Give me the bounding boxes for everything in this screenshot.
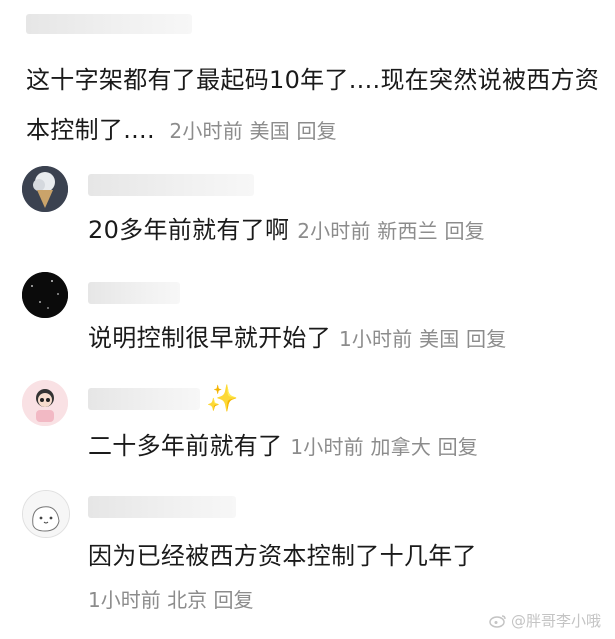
reply-comment: 说明控制很早就开始了 1小时前 美国 回复 xyxy=(88,318,506,353)
avatar[interactable] xyxy=(22,272,68,318)
reply-button[interactable]: 回复 xyxy=(213,588,253,612)
comment-time: 1小时前 xyxy=(338,327,413,351)
sparkle-icon: ✨ xyxy=(206,384,239,414)
comment-time: 2小时前 xyxy=(297,219,371,243)
username-blurred xyxy=(88,174,254,196)
cartoon-girl-avatar-icon xyxy=(22,380,68,426)
top-comment: 这十字架都有了最起码10年了....现在突然说被西方资本控制了.... 2小时前… xyxy=(26,55,606,156)
username-blurred xyxy=(88,282,180,304)
comment-time: 1小时前 xyxy=(88,588,161,612)
avatar[interactable] xyxy=(22,490,70,538)
reply-button[interactable]: 回复 xyxy=(466,327,506,351)
reply-comment: 20多年前就有了啊 2小时前 新西兰 回复 xyxy=(88,210,485,245)
starry-night-avatar-icon xyxy=(22,272,68,318)
reply-meta: 1小时前 美国 回复 xyxy=(339,327,506,351)
reply-text: 20多年前就有了啊 xyxy=(88,216,290,244)
reply-comment: 二十多年前就有了 1小时前 加拿大 回复 xyxy=(88,426,478,461)
reply-button[interactable]: 回复 xyxy=(296,119,336,143)
reply-text: 二十多年前就有了 xyxy=(88,432,283,460)
comment-time: 2小时前 xyxy=(169,119,243,143)
comment-location: 美国 xyxy=(249,119,290,143)
username-blurred xyxy=(88,496,236,518)
reply-text: 说明控制很早就开始了 xyxy=(88,324,331,352)
avatar[interactable] xyxy=(22,380,68,426)
username-blurred xyxy=(26,14,192,34)
doodle-cat-avatar-icon xyxy=(23,491,69,537)
reply-text: 因为已经被西方资本控制了十几年了 xyxy=(88,542,477,570)
reply-meta: 1小时前 加拿大 回复 xyxy=(290,435,478,459)
reply-button[interactable]: 回复 xyxy=(438,435,478,459)
reply-meta: 1小时前 北京 回复 xyxy=(88,584,253,613)
reply-comment: 因为已经被西方资本控制了十几年了 xyxy=(88,536,477,571)
comment-time: 1小时前 xyxy=(290,435,364,459)
top-comment-meta: 2小时前 美国 回复 xyxy=(163,119,337,143)
avatar[interactable] xyxy=(22,166,68,212)
ice-cream-avatar-icon xyxy=(22,166,68,212)
username-blurred xyxy=(88,388,200,410)
weibo-logo-icon xyxy=(489,614,506,628)
comment-location: 新西兰 xyxy=(377,219,438,243)
reply-button[interactable]: 回复 xyxy=(444,219,484,243)
watermark-text: @胖哥李小哦 xyxy=(510,612,601,630)
comment-location: 美国 xyxy=(419,327,460,351)
comment-location: 加拿大 xyxy=(370,435,432,459)
comment-location: 北京 xyxy=(167,588,208,612)
watermark: @胖哥李小哦 xyxy=(489,610,601,631)
reply-meta: 2小时前 新西兰 回复 xyxy=(297,219,485,243)
